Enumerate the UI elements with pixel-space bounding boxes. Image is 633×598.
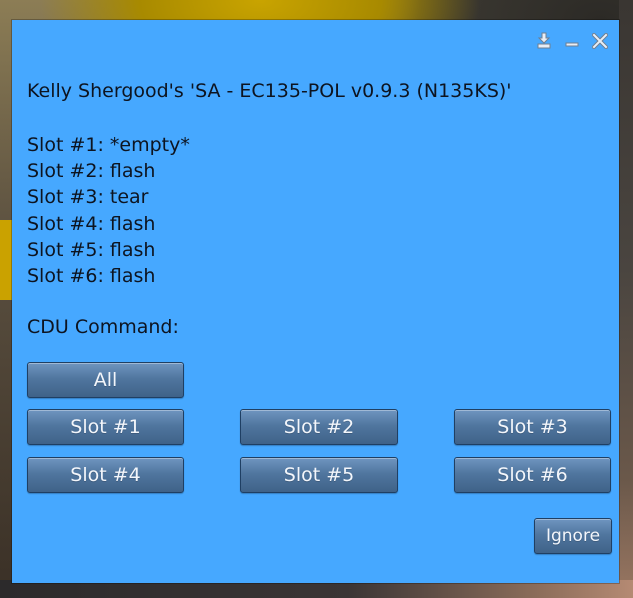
cdu-command-label: CDU Command: bbox=[27, 316, 179, 338]
slot-1-button[interactable]: Slot #1 bbox=[27, 409, 184, 445]
slot-status-1: Slot #1: *empty* bbox=[27, 134, 190, 156]
dock-icon[interactable] bbox=[533, 30, 555, 52]
slot-5-button[interactable]: Slot #5 bbox=[240, 457, 398, 493]
window-controls bbox=[533, 30, 611, 52]
scene-object-right bbox=[619, 0, 633, 598]
all-button[interactable]: All bbox=[27, 362, 184, 398]
close-icon[interactable] bbox=[589, 30, 611, 52]
slot-list: Slot #1: *empty* Slot #2: flash Slot #3:… bbox=[27, 132, 190, 289]
minimize-icon[interactable] bbox=[561, 30, 583, 52]
slot-6-button[interactable]: Slot #6 bbox=[454, 457, 611, 493]
slot-2-button[interactable]: Slot #2 bbox=[240, 409, 398, 445]
slot-4-button[interactable]: Slot #4 bbox=[27, 457, 184, 493]
script-dialog: Kelly Shergood's 'SA - EC135-POL v0.9.3 … bbox=[12, 20, 619, 583]
dialog-title: Kelly Shergood's 'SA - EC135-POL v0.9.3 … bbox=[27, 80, 512, 102]
ignore-button[interactable]: Ignore bbox=[534, 518, 612, 554]
slot-status-4: Slot #4: flash bbox=[27, 212, 156, 235]
slot-3-button[interactable]: Slot #3 bbox=[454, 409, 611, 445]
slot-status-2: Slot #2: flash bbox=[27, 160, 156, 183]
slot-status-5: Slot #5: flash bbox=[27, 238, 156, 261]
slot-status-6: Slot #6: flash bbox=[27, 265, 156, 288]
slot-status-3: Slot #3: tear bbox=[27, 186, 149, 209]
